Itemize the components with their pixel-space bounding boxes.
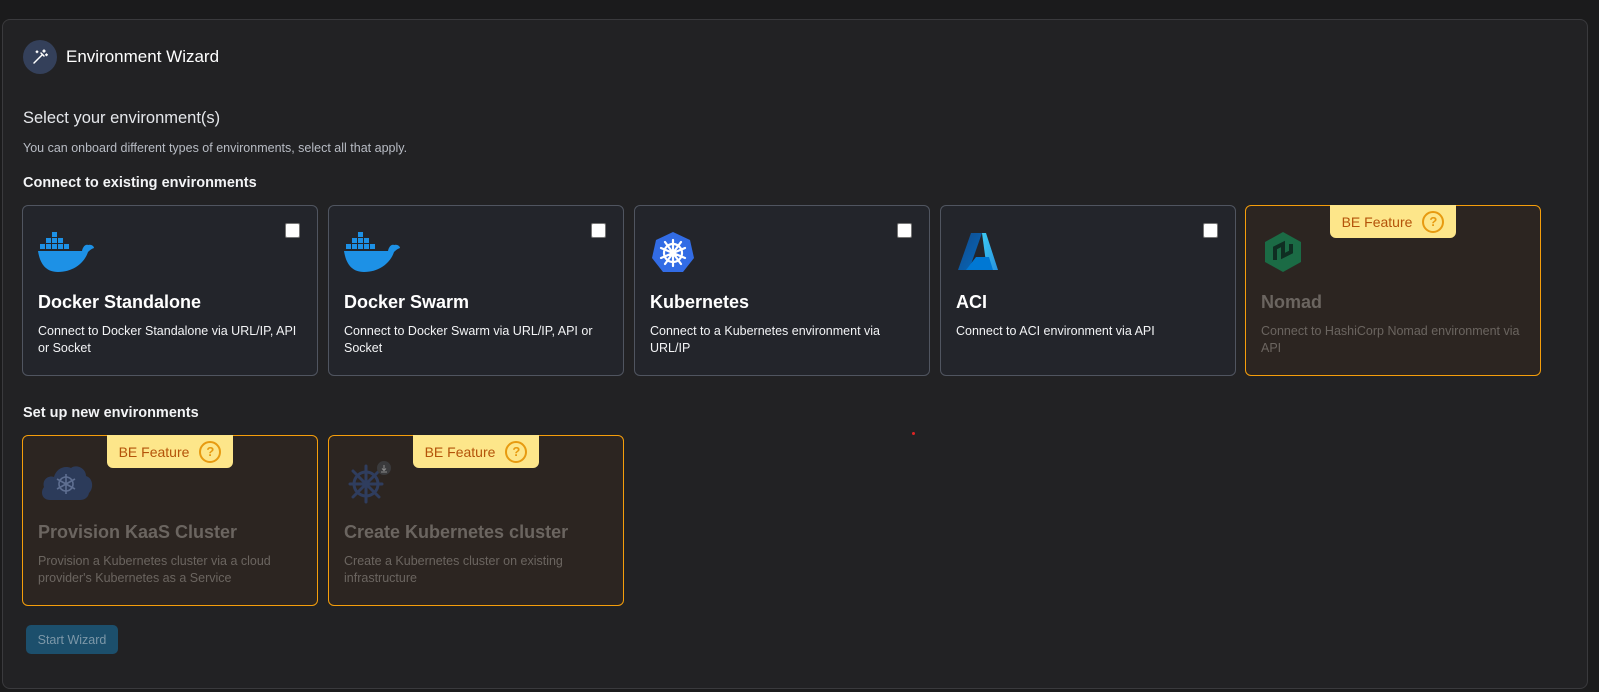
card-title: Kubernetes [650, 292, 750, 312]
card-description: Connect to Docker Standalone via URL/IP,… [38, 324, 297, 355]
existing-environments-title: Connect to existing environments [23, 175, 257, 191]
select-environments-title: Select your environment(s) [23, 109, 221, 127]
card-description: Connect to Docker Swarm via URL/IP, API … [344, 324, 593, 355]
card-description: Connect to HashiCorp Nomad environment v… [1261, 324, 1520, 355]
card-description: Provision a Kubernetes cluster via a clo… [38, 554, 271, 585]
card-docker-swarm[interactable]: Docker Swarm Connect to Docker Swarm via… [328, 205, 624, 376]
badge-label: BE Feature [118, 443, 190, 460]
card-aci[interactable]: ACI Connect to ACI environment via API [940, 205, 1236, 376]
card-description: Connect to ACI environment via API [956, 324, 1155, 338]
page-title: Environment Wizard [66, 47, 220, 66]
help-icon[interactable]: ? [199, 440, 222, 463]
checkbox-aci[interactable] [1203, 223, 1218, 238]
help-icon[interactable]: ? [505, 440, 528, 463]
kubernetes-install-icon [344, 460, 404, 508]
checkbox-docker-swarm[interactable] [591, 223, 606, 238]
checkbox-kubernetes[interactable] [897, 223, 912, 238]
card-title: Docker Swarm [344, 292, 470, 312]
docker-icon [344, 230, 404, 278]
help-icon[interactable]: ? [1422, 210, 1445, 233]
wizard-header: Environment Wizard [23, 40, 219, 74]
be-feature-badge[interactable]: BE Feature ? [107, 435, 233, 468]
card-kubernetes[interactable]: Kubernetes Connect to a Kubernetes envir… [634, 205, 930, 376]
card-description: Create a Kubernetes cluster on existing … [344, 554, 563, 585]
new-environments-title: Set up new environments [23, 405, 199, 421]
card-title: Provision KaaS Cluster [38, 522, 238, 542]
start-wizard-button[interactable]: Start Wizard [26, 625, 118, 654]
card-description: Connect to a Kubernetes environment via … [650, 324, 880, 355]
checkbox-docker-standalone[interactable] [285, 223, 300, 238]
magic-wand-icon [23, 40, 57, 74]
azure-icon [956, 230, 1016, 278]
nomad-icon [1261, 230, 1321, 278]
be-feature-badge[interactable]: BE Feature ? [1330, 205, 1456, 238]
card-docker-standalone[interactable]: Docker Standalone Connect to Docker Stan… [22, 205, 318, 376]
card-title: Nomad [1261, 292, 1323, 312]
kubernetes-icon [650, 230, 710, 278]
wizard-panel: Environment Wizard Select your environme… [2, 19, 1588, 689]
card-title: ACI [956, 292, 987, 312]
cloud-kubernetes-icon [38, 460, 98, 508]
card-title: Docker Standalone [38, 292, 202, 312]
card-nomad: BE Feature ? Nomad Connect to HashiCorp … [1245, 205, 1541, 376]
card-create-kubernetes-cluster: BE Feature ? Create Kubernetes cluster C… [328, 435, 624, 606]
select-environments-subtitle: You can onboard different types of envir… [23, 141, 408, 155]
be-feature-badge[interactable]: BE Feature ? [413, 435, 539, 468]
card-title: Create Kubernetes cluster [344, 522, 569, 542]
docker-icon [38, 230, 98, 278]
cursor-dot [912, 432, 915, 435]
card-provision-kaas: BE Feature ? Provision KaaS Cluster Prov… [22, 435, 318, 606]
badge-label: BE Feature [424, 443, 496, 460]
badge-label: BE Feature [1341, 213, 1413, 230]
